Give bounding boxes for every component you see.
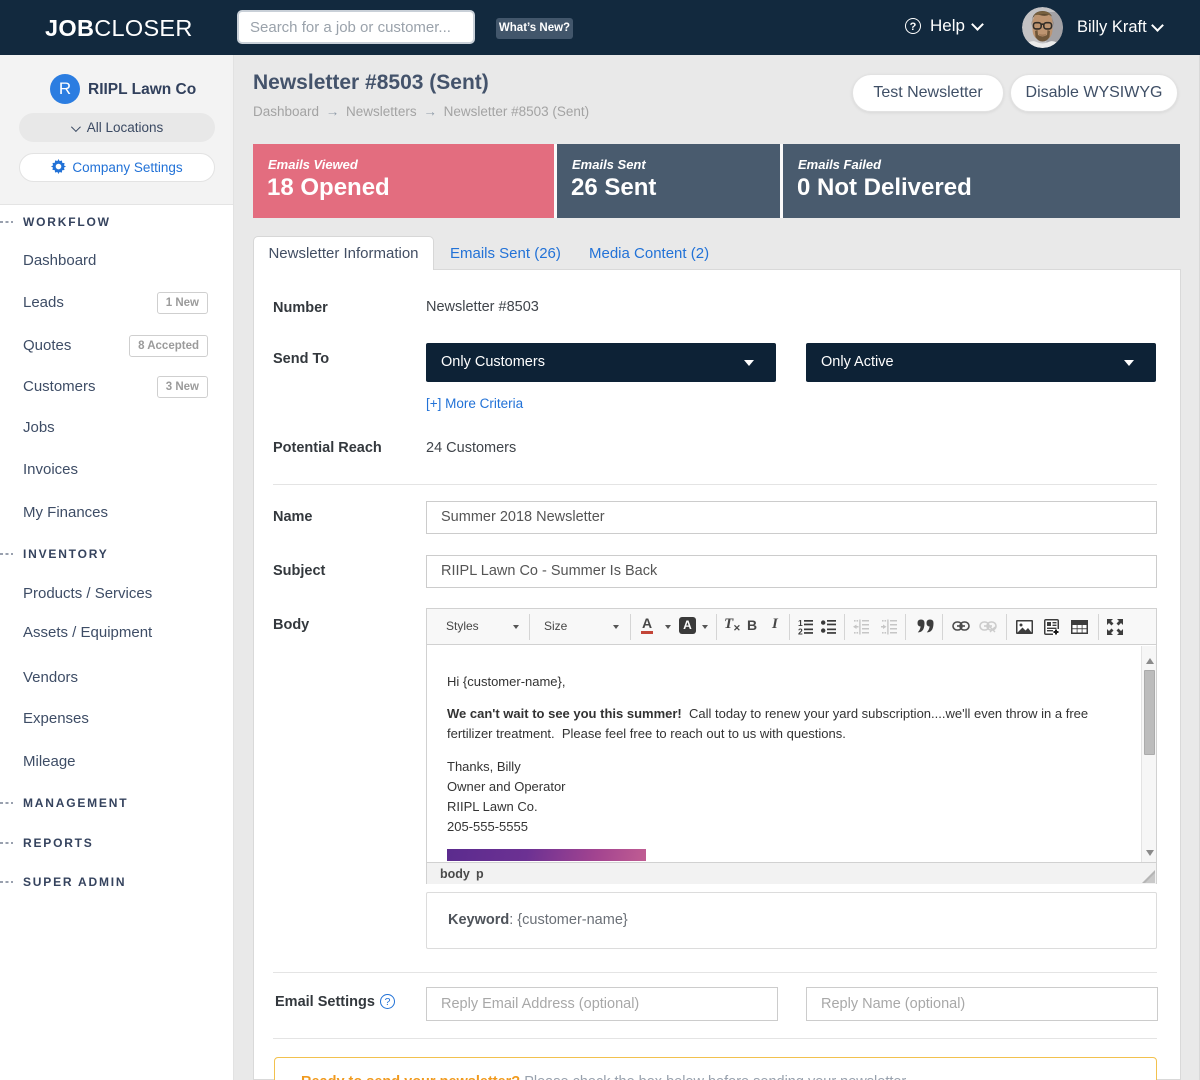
svg-text:2: 2 bbox=[798, 627, 803, 636]
